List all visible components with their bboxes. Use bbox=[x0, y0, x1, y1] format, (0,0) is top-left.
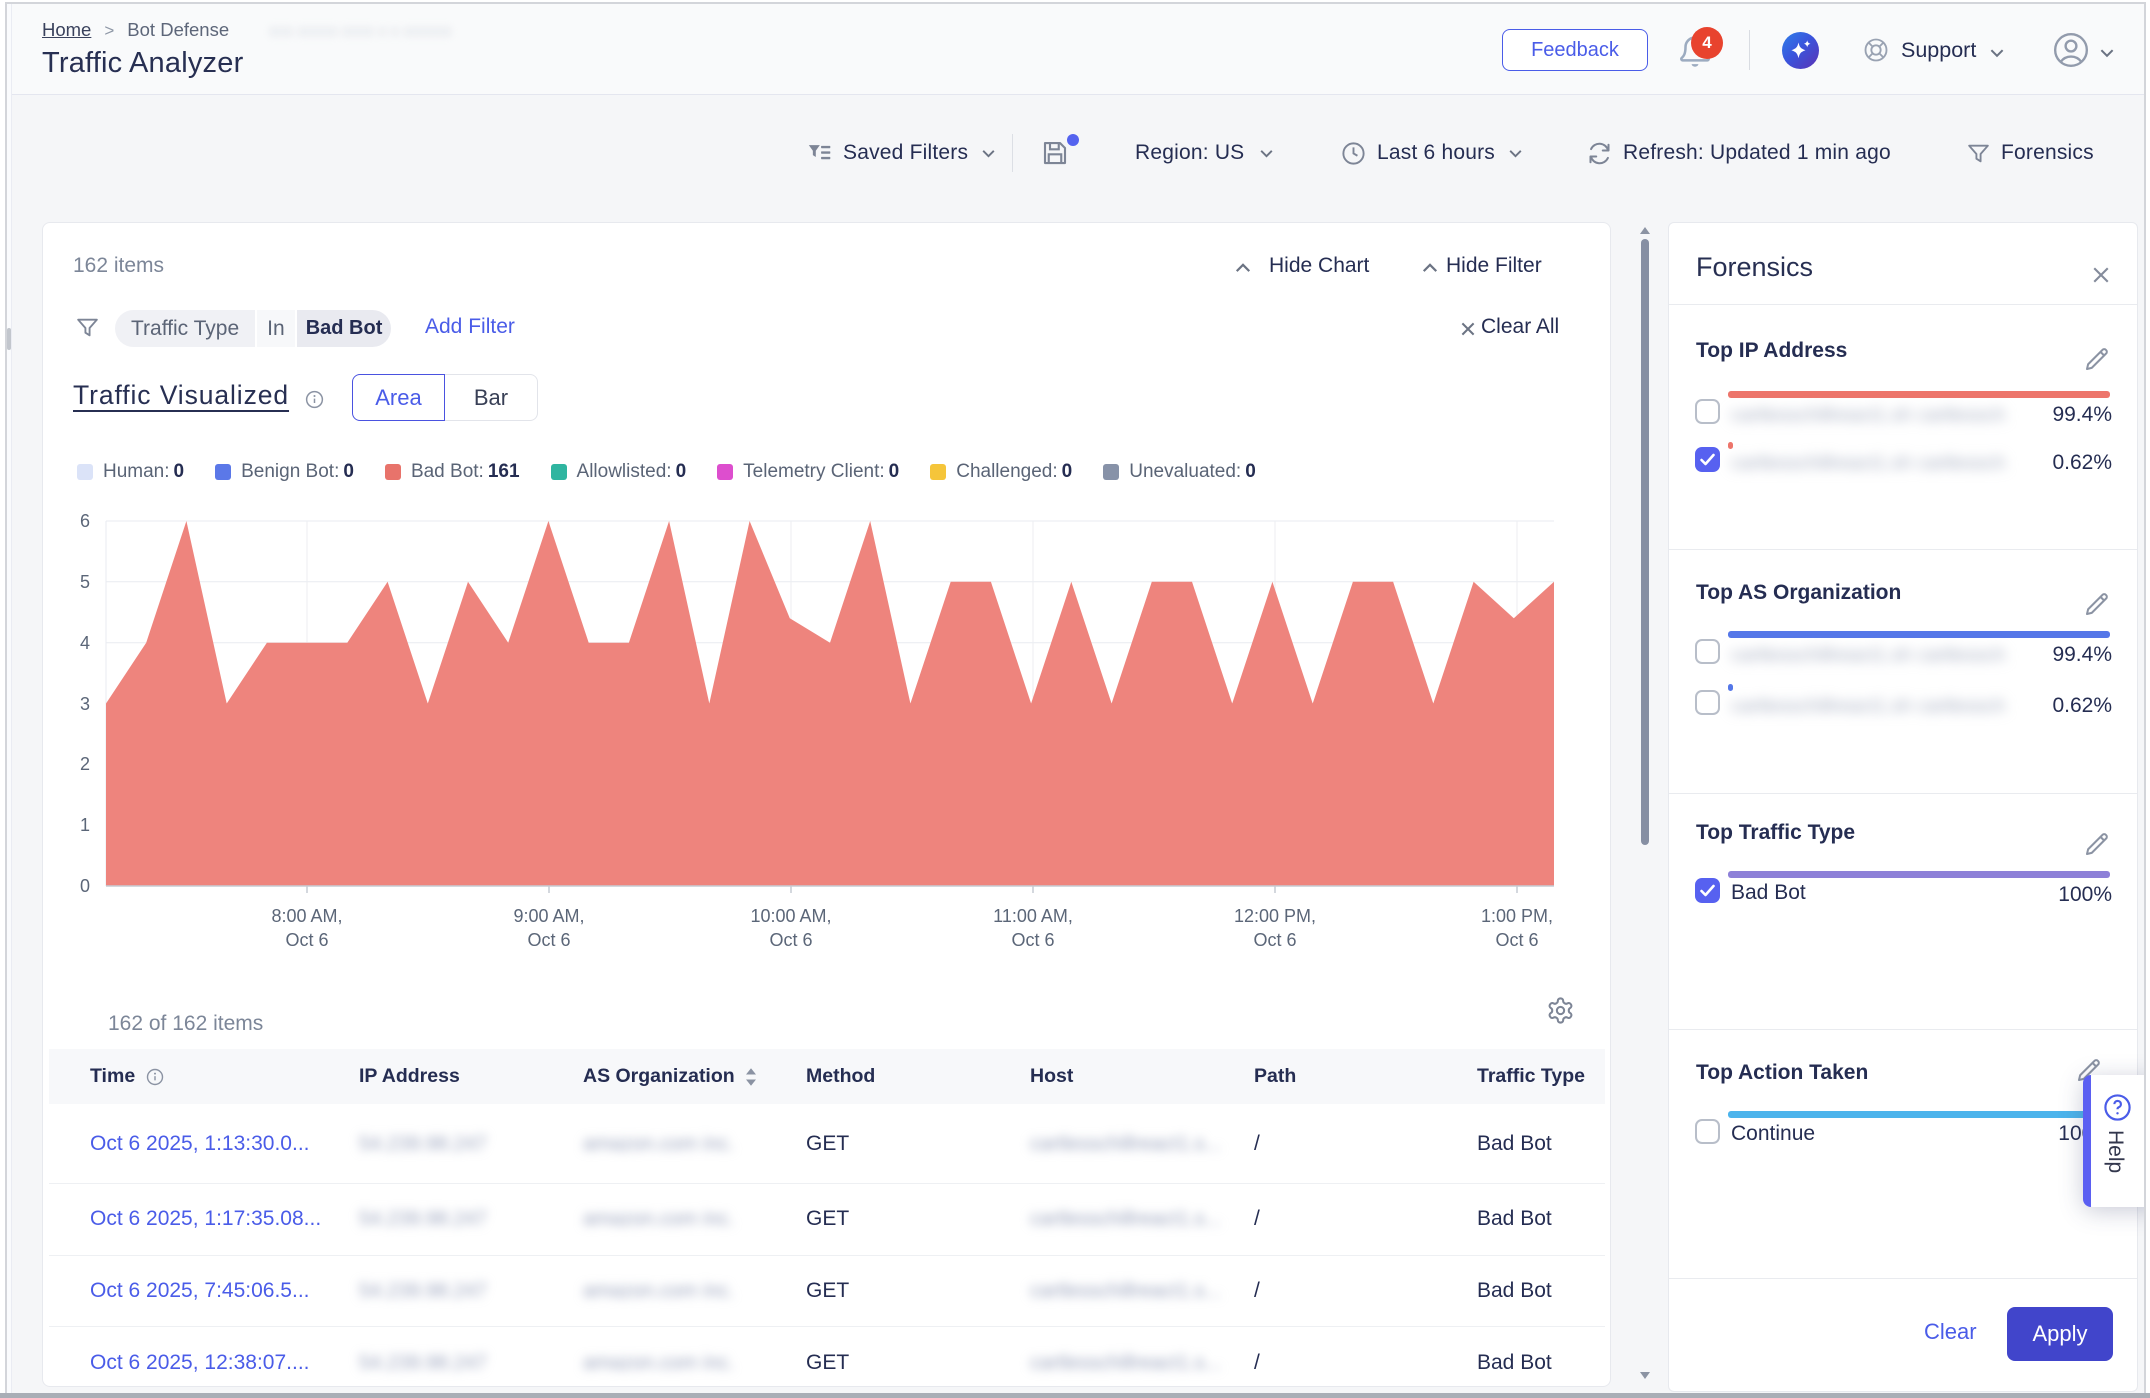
svg-text:Oct 6: Oct 6 bbox=[1495, 930, 1538, 949]
svg-text:0: 0 bbox=[80, 876, 90, 896]
svg-text:5: 5 bbox=[80, 572, 90, 592]
svg-text:11:00 AM,: 11:00 AM, bbox=[993, 906, 1073, 926]
svg-text:Oct 6: Oct 6 bbox=[527, 930, 570, 949]
svg-text:3: 3 bbox=[80, 694, 90, 714]
svg-text:Oct 6: Oct 6 bbox=[1253, 930, 1296, 949]
svg-text:6: 6 bbox=[80, 511, 90, 531]
svg-text:Oct 6: Oct 6 bbox=[1011, 930, 1054, 949]
svg-text:1:00 PM,: 1:00 PM, bbox=[1481, 906, 1553, 926]
svg-text:2: 2 bbox=[80, 754, 90, 774]
svg-text:9:00 AM,: 9:00 AM, bbox=[513, 906, 584, 926]
svg-text:8:00 AM,: 8:00 AM, bbox=[271, 906, 342, 926]
svg-text:4: 4 bbox=[80, 633, 90, 653]
svg-text:1: 1 bbox=[80, 815, 90, 835]
svg-text:10:00 AM,: 10:00 AM, bbox=[750, 906, 831, 926]
svg-text:Oct 6: Oct 6 bbox=[769, 930, 812, 949]
svg-text:Oct 6: Oct 6 bbox=[285, 930, 328, 949]
svg-text:12:00 PM,: 12:00 PM, bbox=[1234, 906, 1316, 926]
